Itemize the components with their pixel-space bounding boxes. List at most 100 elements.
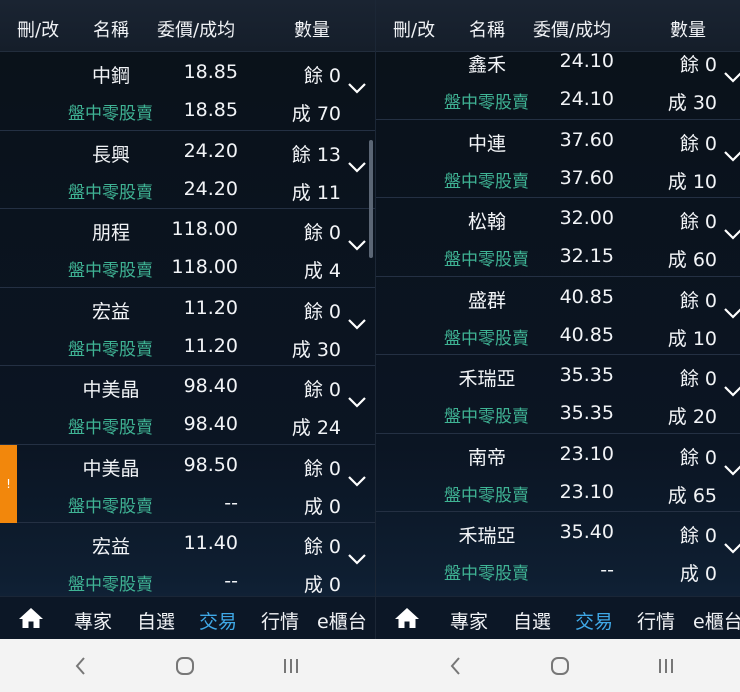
tab-expert[interactable]: 專家	[450, 607, 488, 634]
order-price: 24.10	[559, 50, 614, 72]
avg-price: 24.20	[183, 177, 238, 200]
order-type-label: 盤中零股賣	[444, 485, 529, 506]
order-price: 18.85	[183, 61, 238, 83]
circle-home-icon[interactable]	[174, 655, 196, 677]
remaining-qty: 餘 0	[303, 300, 341, 323]
order-type-label: 盤中零股賣	[68, 104, 153, 124]
order-price: 35.35	[559, 364, 614, 386]
header-price: 委價/成均	[157, 20, 236, 41]
tab-trade[interactable]: 交易	[199, 607, 237, 634]
recents-icon[interactable]	[655, 655, 677, 677]
stock-name: 南帝	[467, 446, 506, 469]
order-list[interactable]: 中鋼 18.85 餘 0 盤中零股賣 18.85 成 70 長興 24.20 餘 13 盤中零股賣…	[0, 52, 375, 596]
filled-qty: 成 70	[291, 103, 341, 125]
tab-trade[interactable]: 交易	[575, 607, 613, 634]
avg-price: 18.85	[183, 99, 238, 121]
header-price: 委價/成均	[533, 20, 612, 41]
filled-qty: 成 20	[667, 406, 717, 428]
order-price: 24.20	[183, 139, 238, 162]
stock-name: 宏益	[91, 300, 130, 323]
order-type-label: 盤中零股賣	[444, 93, 529, 113]
expand-chevron-icon[interactable]	[346, 316, 368, 332]
filled-qty: 成 11	[291, 181, 341, 204]
expand-chevron-icon[interactable]	[346, 551, 368, 567]
remaining-qty: 餘 0	[679, 289, 717, 312]
tab-market[interactable]: 行情	[637, 607, 675, 634]
system-nav-bar	[0, 639, 740, 692]
remaining-qty: 餘 0	[303, 65, 341, 87]
tab-watchlist[interactable]: 自選	[137, 607, 175, 634]
order-type-label: 盤中零股賣	[68, 418, 153, 438]
expand-chevron-icon[interactable]	[722, 383, 740, 399]
expand-chevron-icon[interactable]	[346, 473, 368, 489]
order-type-label: 盤中零股賣	[68, 261, 153, 281]
home-icon[interactable]	[18, 606, 44, 630]
expand-chevron-icon[interactable]	[722, 462, 740, 478]
filled-qty: 成 0	[303, 495, 341, 518]
alert-marker[interactable]: !	[0, 444, 17, 523]
order-type-label: 盤中零股賣	[444, 171, 529, 192]
back-chevron-icon[interactable]	[445, 655, 467, 677]
filled-qty: 成 65	[667, 484, 717, 507]
header-name: 名稱	[93, 20, 129, 41]
remaining-qty: 餘 0	[679, 54, 717, 76]
order-row[interactable]: 中連 37.60 餘 0 盤中零股賣 37.60 成 10	[376, 120, 740, 198]
expand-chevron-icon[interactable]	[722, 540, 740, 556]
expand-chevron-icon[interactable]	[346, 80, 368, 96]
order-row[interactable]: 中美晶 98.40 餘 0 盤中零股賣 98.40 成 24	[0, 366, 375, 445]
recents-icon[interactable]	[280, 655, 302, 677]
expand-chevron-icon[interactable]	[346, 159, 368, 175]
tab-ecounter[interactable]: e櫃台	[693, 607, 740, 634]
avg-price: 98.40	[183, 413, 238, 435]
circle-home-icon[interactable]	[549, 655, 571, 677]
order-row[interactable]: 盛群 40.85 餘 0 盤中零股賣 40.85 成 10	[376, 277, 740, 355]
order-type-label: 盤中零股賣	[444, 564, 529, 584]
remaining-qty: 餘 0	[303, 379, 341, 401]
order-row[interactable]: ! 中美晶 98.50 餘 0 盤中零股賣 -- 成 0	[0, 444, 375, 523]
expand-chevron-icon[interactable]	[346, 237, 368, 253]
home-icon[interactable]	[394, 606, 420, 630]
order-row[interactable]: 中鋼 18.85 餘 0 盤中零股賣 18.85 成 70	[0, 52, 375, 131]
order-row[interactable]: 長興 24.20 餘 13 盤中零股賣 24.20 成 11	[0, 131, 375, 209]
order-row[interactable]: 南帝 23.10 餘 0 盤中零股賣 23.10 成 65	[376, 434, 740, 512]
order-row[interactable]: 宏益 11.20 餘 0 盤中零股賣 11.20 成 30	[0, 288, 375, 366]
order-row[interactable]: 松翰 32.00 餘 0 盤中零股賣 32.15 成 60	[376, 198, 740, 277]
tab-expert[interactable]: 專家	[74, 607, 112, 634]
remaining-qty: 餘 0	[679, 132, 717, 155]
remaining-qty: 餘 0	[679, 525, 717, 547]
expand-chevron-icon[interactable]	[722, 226, 740, 242]
order-price: 98.50	[183, 453, 238, 476]
scrollbar[interactable]	[369, 140, 373, 258]
order-price: 40.85	[559, 285, 614, 308]
order-type-label: 盤中零股賣	[444, 407, 529, 427]
order-row[interactable]: 朋程 118.00 餘 0 盤中零股賣 118.00 成 4	[0, 209, 375, 288]
avg-price: 37.60	[559, 166, 614, 189]
stock-name: 朋程	[91, 222, 130, 244]
order-row[interactable]: 宏益 11.40 餘 0 盤中零股賣 -- 成 0	[0, 523, 375, 596]
stock-name: 禾瑞亞	[458, 368, 516, 390]
expand-chevron-icon[interactable]	[722, 148, 740, 164]
filled-qty: 成 30	[667, 92, 717, 114]
tab-ecounter[interactable]: e櫃台	[317, 607, 367, 634]
tab-watchlist[interactable]: 自選	[513, 607, 551, 634]
order-row[interactable]: 禾瑞亞 35.40 餘 0 盤中零股賣 -- 成 0	[376, 512, 740, 585]
order-row[interactable]: 禾瑞亞 35.35 餘 0 盤中零股賣 35.35 成 20	[376, 355, 740, 434]
bottom-tab-bar: 專家 自選 交易 行情 e櫃台	[376, 596, 740, 639]
tab-market[interactable]: 行情	[261, 607, 299, 634]
avg-price: 32.15	[559, 245, 614, 267]
expand-chevron-icon[interactable]	[346, 394, 368, 410]
order-row[interactable]: 鑫禾 24.10 餘 0 盤中零股賣 24.10 成 30	[376, 41, 740, 120]
stock-name: 中美晶	[82, 457, 140, 480]
avg-price: 118.00	[171, 256, 238, 278]
order-list[interactable]: 鑫禾 24.10 餘 0 盤中零股賣 24.10 成 30 中連 37.60 餘 0 盤中零股賣 3…	[376, 41, 740, 585]
left-pane: 刪/改 名稱 委價/成均 數量 中鋼 18.85 餘 0 盤中零股賣 18.85 成 70…	[0, 0, 375, 639]
stock-name: 中美晶	[82, 379, 140, 401]
back-chevron-icon[interactable]	[70, 655, 92, 677]
expand-chevron-icon[interactable]	[722, 69, 740, 85]
stock-name: 鑫禾	[467, 54, 506, 76]
expand-chevron-icon[interactable]	[722, 305, 740, 321]
order-type-label: 盤中零股賣	[68, 339, 153, 360]
remaining-qty: 餘 13	[291, 143, 341, 166]
filled-qty: 成 0	[303, 574, 341, 596]
split-screen: 刪/改 名稱 委價/成均 數量 中鋼 18.85 餘 0 盤中零股賣 18.85 成 70…	[0, 0, 740, 639]
